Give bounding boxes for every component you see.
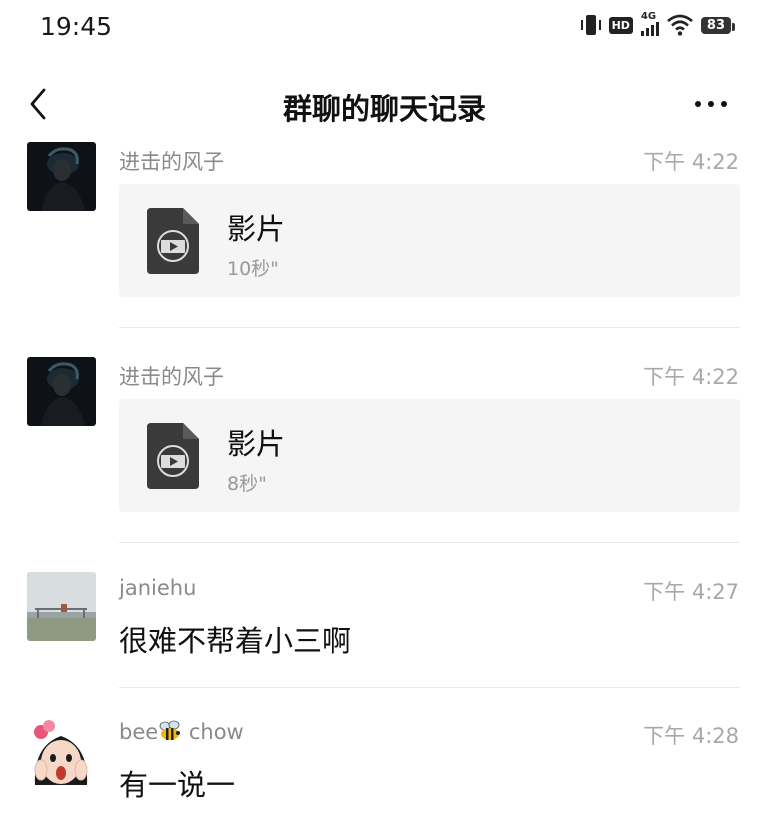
message-time: 下午 4:22 [643, 365, 739, 389]
wifi-icon [667, 14, 693, 36]
sender-name: 进击的风子 [119, 150, 224, 174]
file-name: 影片 [227, 212, 286, 246]
video-duration: 10秒" [227, 258, 279, 280]
more-options-button[interactable] [695, 92, 735, 116]
bee-icon [159, 720, 181, 740]
sender-name: janiehu [119, 576, 197, 600]
avatar[interactable] [27, 716, 96, 785]
sender-name-prefix: bee [119, 720, 159, 744]
nav-bar: 群聊的聊天记录 [0, 70, 769, 140]
sender-name: bee chow [119, 720, 244, 744]
status-icons: HD 4G 83 [580, 11, 736, 36]
message-text: 有一说一 [119, 768, 236, 802]
network-type-label: 4G [640, 11, 657, 22]
page-title: 群聊的聊天记录 [282, 92, 486, 126]
video-file-icon [147, 208, 199, 274]
sender-name: 进击的风子 [119, 365, 224, 389]
video-file-card[interactable]: 影片 10秒" [119, 184, 740, 297]
avatar[interactable] [27, 572, 96, 641]
vibrate-icon [580, 14, 601, 36]
battery-icon: 83 [700, 16, 736, 34]
hd-badge: HD [608, 16, 633, 34]
more-dot-icon [708, 101, 714, 107]
video-duration: 8秒" [227, 473, 267, 495]
status-time: 19:45 [40, 12, 113, 41]
status-bar: 19:45 HD 4G 83 [0, 0, 769, 56]
message-time: 下午 4:22 [643, 150, 739, 174]
video-file-card[interactable]: 影片 8秒" [119, 399, 740, 512]
message-text: 很难不帮着小三啊 [119, 624, 352, 658]
divider [119, 542, 740, 543]
message-time: 下午 4:27 [643, 580, 739, 604]
avatar[interactable] [27, 357, 96, 426]
file-name: 影片 [227, 427, 286, 461]
sender-name-suffix: chow [182, 720, 244, 744]
divider [119, 687, 740, 688]
more-dot-icon [695, 101, 701, 107]
message-time: 下午 4:28 [643, 724, 739, 748]
divider [119, 327, 740, 328]
video-file-icon [147, 423, 199, 489]
cellular-signal-icon: 4G [640, 11, 659, 36]
more-dot-icon [721, 101, 727, 107]
avatar[interactable] [27, 142, 96, 211]
